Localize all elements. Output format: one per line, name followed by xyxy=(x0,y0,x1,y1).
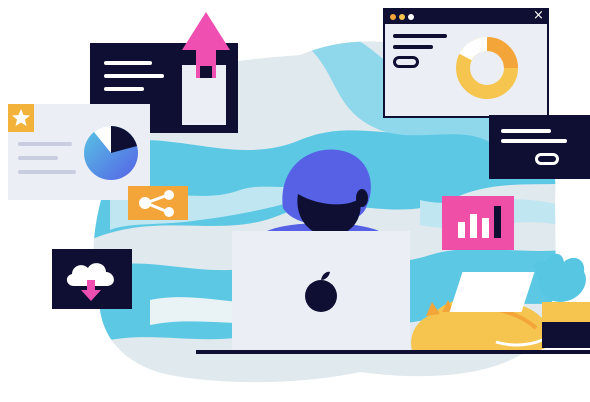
upload-arrow-icon xyxy=(182,12,230,78)
text-line xyxy=(393,34,447,38)
text-line xyxy=(501,129,551,133)
paper-sheet xyxy=(449,272,535,312)
text-line xyxy=(104,87,144,91)
text-line xyxy=(393,45,433,49)
bar-chart-icon xyxy=(442,196,514,250)
apple-logo-icon xyxy=(305,271,337,312)
text-line xyxy=(501,139,567,143)
window-titlebar: × xyxy=(385,8,547,24)
text-line xyxy=(18,142,72,146)
text-line xyxy=(104,61,152,65)
pill-button-graphic xyxy=(393,56,419,68)
window-dot xyxy=(390,14,396,20)
window-dot xyxy=(408,14,414,20)
cloud-download-icon xyxy=(66,263,114,301)
star-icon xyxy=(8,104,34,132)
pill-button-graphic xyxy=(535,153,559,165)
text-line xyxy=(104,74,164,78)
share-icon xyxy=(128,186,188,220)
pie-chart-icon xyxy=(84,125,138,180)
plant-pot xyxy=(532,253,590,348)
notification-window-dark xyxy=(489,115,590,179)
illustration-canvas: × xyxy=(0,0,590,402)
text-line xyxy=(18,170,76,174)
window-close-icon: × xyxy=(533,8,544,23)
window-dot xyxy=(399,14,405,20)
donut-chart-icon xyxy=(456,36,518,99)
text-line xyxy=(18,156,58,160)
